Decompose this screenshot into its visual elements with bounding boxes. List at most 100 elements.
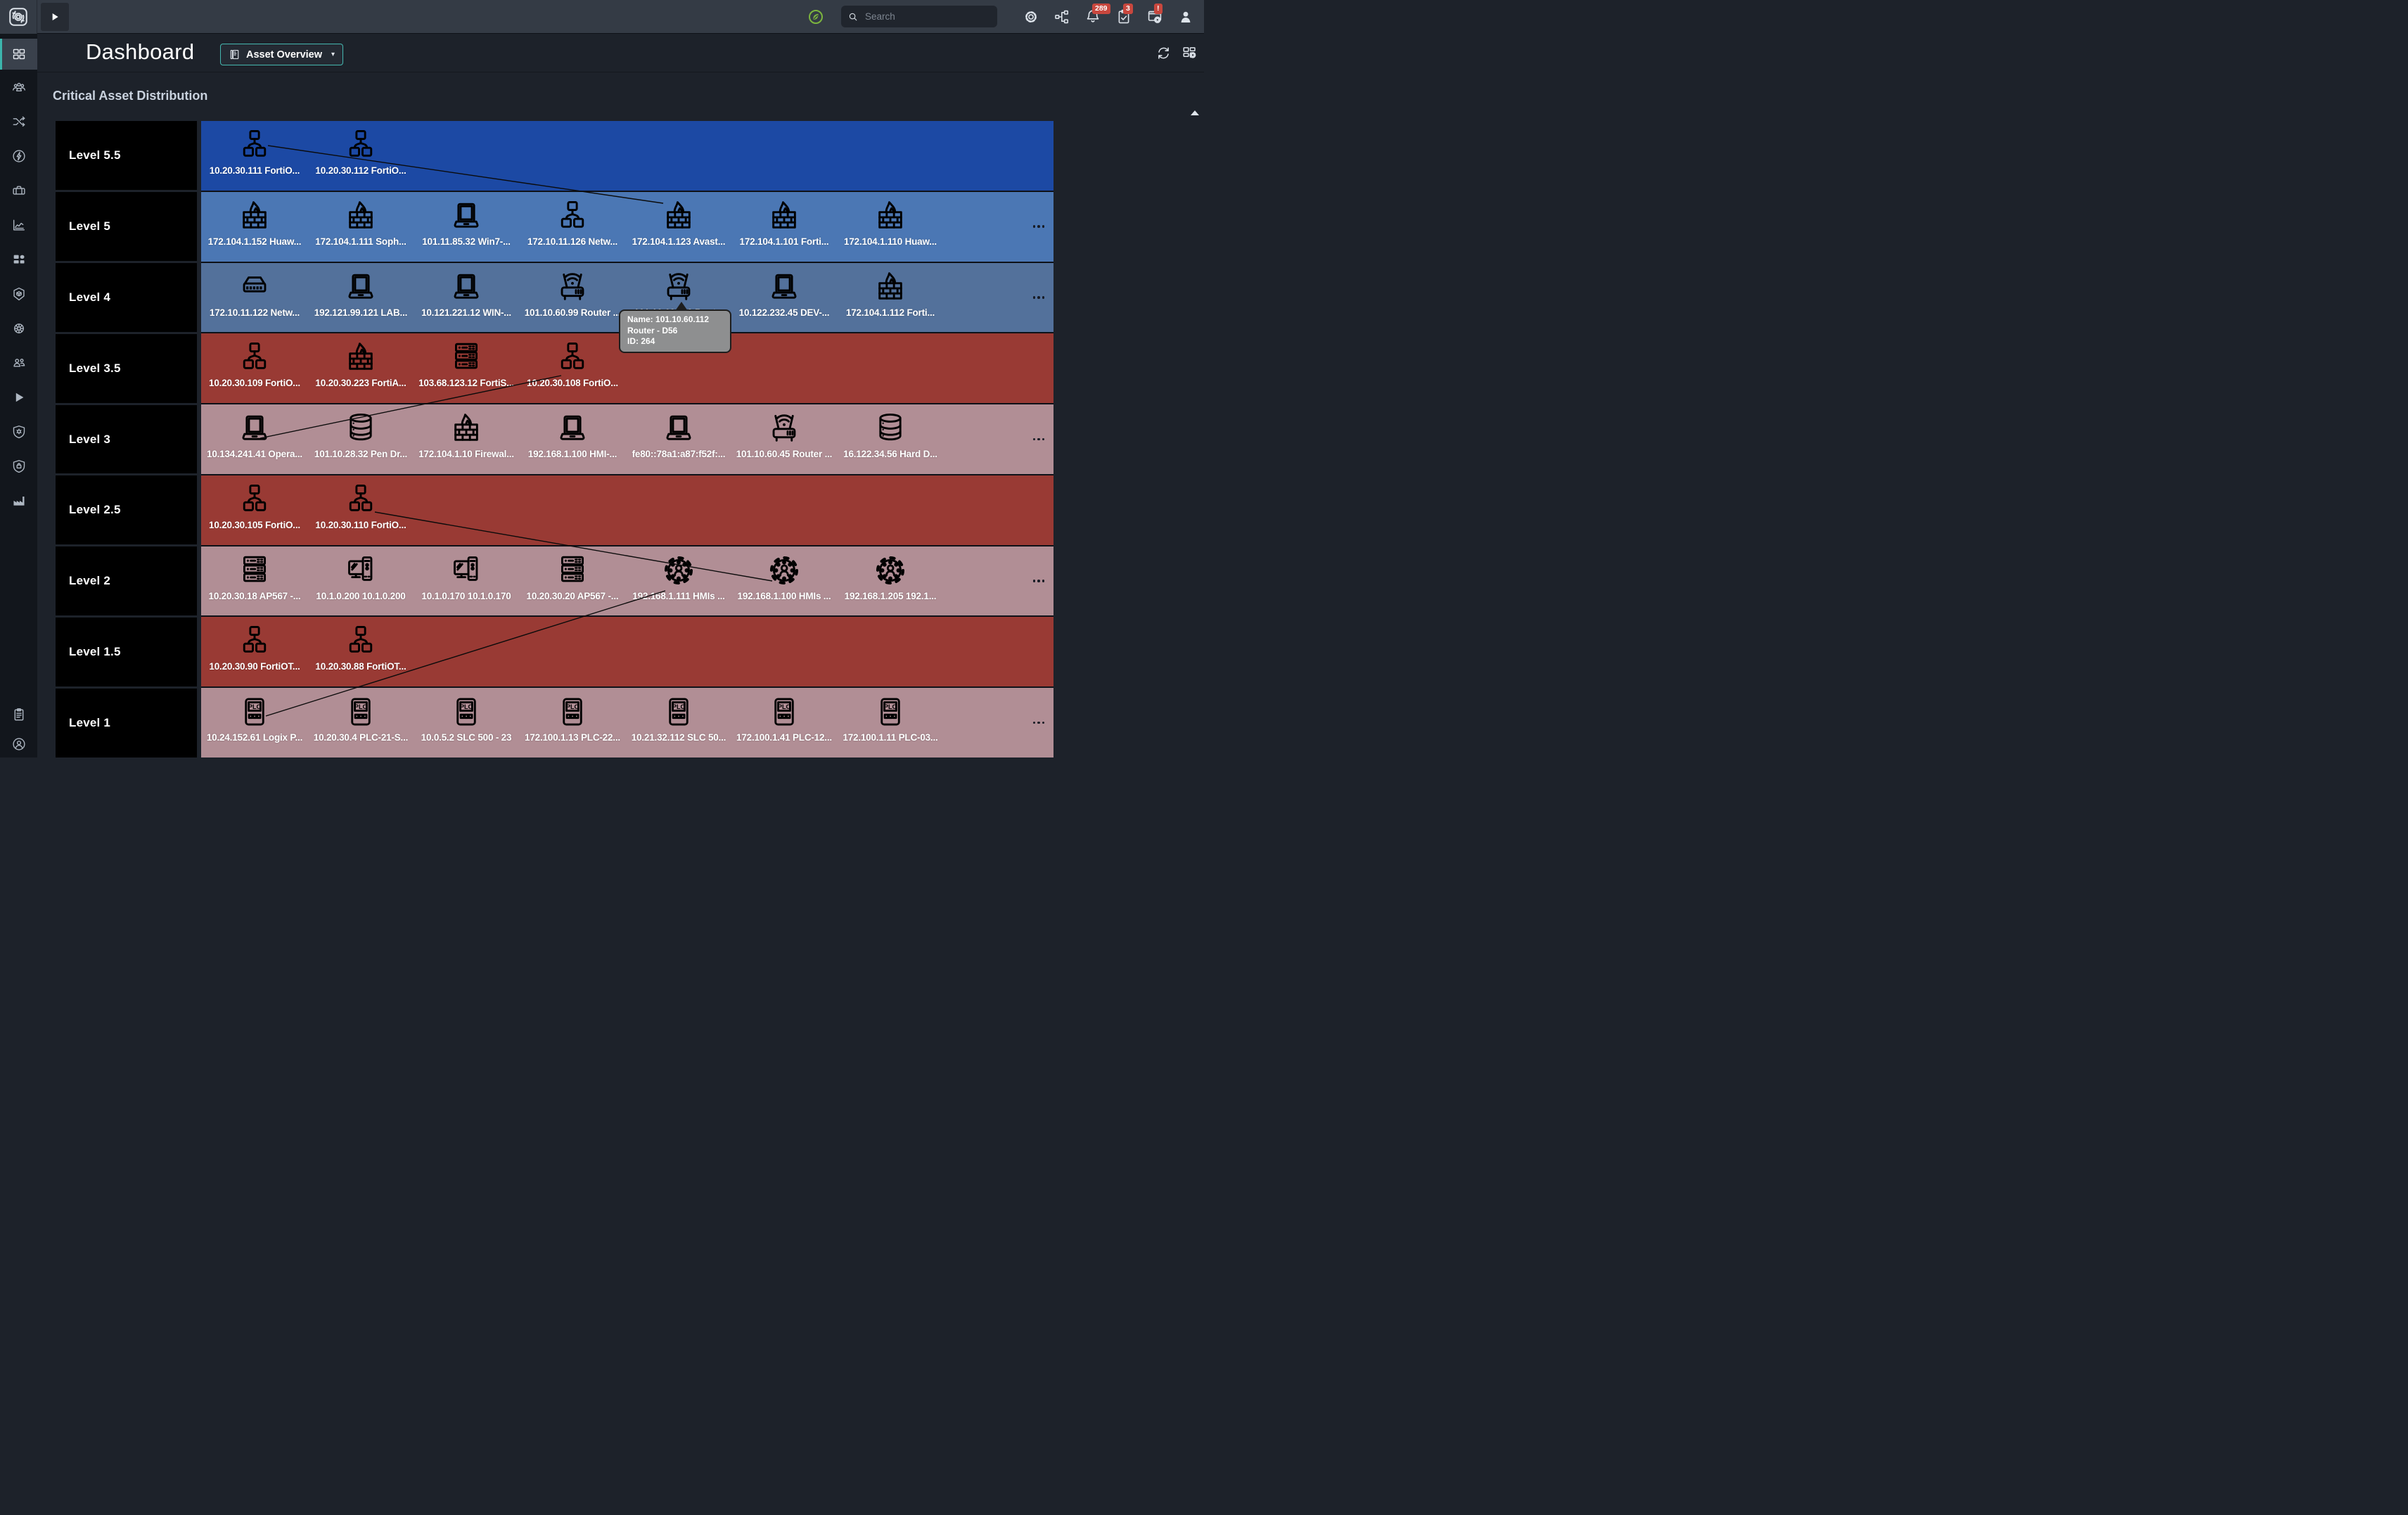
asset-node[interactable]: 10.20.30.20 AP567 -...: [522, 554, 623, 601]
asset-node[interactable]: 101.10.28.32 Pen Dr...: [310, 412, 411, 459]
app-logo[interactable]: [0, 0, 37, 34]
asset-node[interactable]: 10.20.30.108 FortiO...: [522, 341, 623, 388]
view-selector-dropdown[interactable]: Asset Overview ▾: [220, 44, 344, 65]
row-overflow-ellipsis[interactable]: [1030, 688, 1048, 758]
play-button[interactable]: [41, 2, 69, 31]
network-tree-icon: [310, 625, 411, 660]
sidebar-item-playback[interactable]: [0, 380, 37, 414]
asset-node[interactable]: 10.20.30.111 FortiO...: [204, 129, 305, 176]
asset-node[interactable]: 192.121.99.121 LAB...: [310, 271, 411, 318]
sidebar-item-assets-case[interactable]: [0, 173, 37, 207]
topology-button[interactable]: [1054, 8, 1070, 25]
sidebar-item-tasks[interactable]: [0, 704, 37, 725]
asset-node[interactable]: fe80::78a1:a87:f52f:...: [628, 412, 729, 459]
settings-button[interactable]: [1023, 8, 1039, 25]
sidebar-item-traffic[interactable]: [0, 104, 37, 139]
asset-node[interactable]: PLC 10.20.30.4 PLC-21-S...: [310, 696, 411, 743]
topbar: 289 3 !: [37, 0, 1204, 34]
asset-label: 10.0.5.2 SLC 500 - 23: [421, 732, 512, 743]
sidebar-item-user-groups[interactable]: [0, 70, 37, 104]
asset-node[interactable]: 172.10.11.126 Netw...: [522, 200, 623, 247]
asset-node[interactable]: 10.20.30.90 FortiOT...: [204, 625, 305, 672]
sidebar-item-asset-inventory[interactable]: [0, 276, 37, 311]
collapse-caret-icon[interactable]: [1191, 110, 1199, 115]
asset-node[interactable]: 10.134.241.41 Opera...: [204, 412, 305, 459]
row-overflow-ellipsis[interactable]: [1030, 192, 1048, 262]
asset-node[interactable]: 101.10.60.45 Router ...: [734, 412, 835, 459]
row-overflow-ellipsis[interactable]: [1030, 404, 1048, 474]
row-overflow-ellipsis[interactable]: [1030, 546, 1048, 616]
asset-label: 10.121.221.12 WIN-...: [421, 307, 511, 318]
notifications-button[interactable]: 289: [1084, 3, 1110, 25]
level-band: 10.20.30.111 FortiO... 10.20.30.112 Fort…: [201, 121, 1054, 191]
sidebar-item-energy[interactable]: [0, 139, 37, 173]
asset-node[interactable]: 172.104.1.110 Huaw...: [840, 200, 941, 247]
asset-node[interactable]: PLC 172.100.1.13 PLC-22...: [522, 696, 623, 743]
tasks-button[interactable]: 3: [1115, 3, 1133, 25]
sidebar-item-analytics[interactable]: [0, 207, 37, 242]
widgets-icon: [13, 255, 25, 263]
row-overflow-ellipsis[interactable]: [1030, 263, 1048, 333]
asset-node[interactable]: PLC 10.21.32.112 SLC 50...: [628, 696, 729, 743]
asset-node[interactable]: 101.10.60.99 Router ...: [522, 271, 623, 318]
asset-node[interactable]: 10.122.232.45 DEV-...: [734, 271, 835, 318]
disk-stack-icon: [840, 412, 941, 448]
asset-node[interactable]: 10.20.30.18 AP567 -...: [204, 554, 305, 601]
sync-gear-logo-icon: [9, 8, 27, 26]
asset-node[interactable]: 101.11.85.32 Win7-...: [416, 200, 517, 247]
asset-node[interactable]: 10.20.30.112 FortiO...: [310, 129, 411, 176]
user-menu-button[interactable]: [1177, 8, 1194, 25]
refresh-button[interactable]: [1155, 45, 1172, 61]
asset-node[interactable]: 172.104.1.123 Avast...: [628, 200, 729, 247]
asset-node[interactable]: 16.122.34.56 Hard D...: [840, 412, 941, 459]
search-input[interactable]: [865, 11, 985, 22]
sidebar-item-account[interactable]: [0, 734, 37, 755]
sidebar: [0, 0, 37, 758]
asset-node[interactable]: 10.20.30.110 FortiO...: [310, 483, 411, 530]
asset-node[interactable]: 172.10.11.122 Netw...: [204, 271, 305, 318]
asset-node[interactable]: 172.104.1.111 Soph...: [310, 200, 411, 247]
svg-text:PLC: PLC: [354, 703, 368, 710]
asset-node[interactable]: 172.104.1.152 Huaw...: [204, 200, 305, 247]
asset-node[interactable]: 172.104.1.101 Forti...: [734, 200, 835, 247]
hmi-gear-icon: [628, 554, 729, 590]
hmi-gear-icon: [734, 554, 835, 590]
asset-node[interactable]: PLC 172.100.1.41 PLC-12...: [734, 696, 835, 743]
asset-node[interactable]: PLC 172.100.1.11 PLC-03...: [840, 696, 941, 743]
asset-node[interactable]: 10.1.0.200 10.1.0.200: [310, 554, 411, 601]
manage-widgets-button[interactable]: [1181, 45, 1198, 61]
asset-label: 10.1.0.200 10.1.0.200: [316, 590, 406, 601]
asset-node[interactable]: 172.104.1.10 Firewal...: [416, 412, 517, 459]
sidebar-item-users[interactable]: [0, 345, 37, 380]
sidebar-item-dashboard[interactable]: [0, 39, 37, 70]
system-health-button[interactable]: [807, 8, 824, 25]
asset-node[interactable]: 103.68.123.12 FortiS...: [416, 341, 517, 388]
asset-node[interactable]: 192.168.1.100 HMIs ...: [734, 554, 835, 601]
search-box[interactable]: [841, 6, 997, 27]
page-title: Dashboard: [86, 39, 195, 64]
asset-node[interactable]: 10.20.30.223 FortiA...: [310, 341, 411, 388]
network-tree-icon: [204, 625, 305, 660]
network-tree-icon: [522, 200, 623, 236]
asset-node[interactable]: 192.168.1.111 HMIs ...: [628, 554, 729, 601]
asset-node[interactable]: 192.168.1.205 192.1...: [840, 554, 941, 601]
asset-label: 10.20.30.105 FortiO...: [209, 519, 300, 530]
asset-node[interactable]: 10.20.30.105 FortiO...: [204, 483, 305, 530]
asset-node[interactable]: 10.121.221.12 WIN-...: [416, 271, 517, 318]
asset-node[interactable]: 10.20.30.88 FortiOT...: [310, 625, 411, 672]
workstation-icon: [310, 554, 411, 590]
asset-node[interactable]: 10.1.0.170 10.1.0.170: [416, 554, 517, 601]
laptop-icon: [628, 412, 729, 448]
sidebar-item-security[interactable]: [0, 449, 37, 483]
asset-node[interactable]: 10.20.30.109 FortiO...: [204, 341, 305, 388]
sidebar-item-facility[interactable]: [0, 483, 37, 518]
sidebar-item-threat-protection[interactable]: [0, 414, 37, 449]
asset-node[interactable]: PLC 10.0.5.2 SLC 500 - 23: [416, 696, 517, 743]
system-processes-button[interactable]: !: [1146, 3, 1163, 25]
sidebar-item-network[interactable]: [0, 311, 37, 345]
play-icon: [52, 13, 58, 20]
sidebar-item-widgets[interactable]: [0, 242, 37, 276]
asset-node[interactable]: PLC 10.24.152.61 Logix P...: [204, 696, 305, 743]
asset-node[interactable]: 172.104.1.112 Forti...: [840, 271, 941, 318]
asset-node[interactable]: 192.168.1.100 HMI-...: [522, 412, 623, 459]
